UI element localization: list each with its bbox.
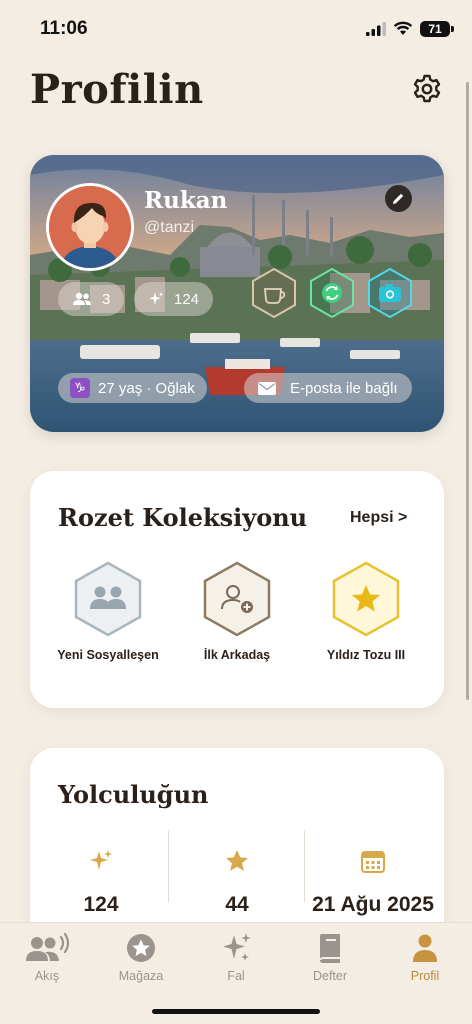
home-indicator (152, 1009, 320, 1014)
journey-value: 124 (83, 893, 119, 916)
sparkle-icon (149, 292, 164, 305)
feed-icon (26, 932, 70, 961)
tab-feed[interactable]: Akış (0, 931, 94, 983)
tab-label: Akış (34, 969, 60, 983)
badge-item[interactable]: Yıldız Tozu III (306, 561, 426, 664)
wifi-icon (393, 21, 413, 35)
mail-icon (258, 381, 276, 395)
friends-count: 3 (102, 290, 111, 308)
stars-count-pill[interactable]: 124 (134, 282, 214, 316)
age-sign-pill: ♑ 27 yaş · Oğlak (58, 373, 207, 403)
tab-label: Fal (227, 969, 245, 983)
badge-label: İlk Arkadaş (203, 648, 271, 662)
battery-icon: 71 (420, 21, 454, 37)
badge-item[interactable]: Yeni Sosyalleşen (48, 561, 168, 664)
badge-item[interactable]: İlk Arkadaş (177, 561, 297, 664)
person-add-icon (203, 561, 271, 637)
journey-stat-joined: 21 Ağu 2025 (305, 848, 441, 917)
profile-name: Rukan (144, 187, 228, 214)
journey-stat-stars: 124 (33, 848, 169, 917)
capricorn-icon: ♑ (70, 378, 90, 398)
tab-store[interactable]: Mağaza (94, 931, 188, 983)
avatar-illustration (49, 186, 131, 268)
sparkle-icon (90, 850, 112, 870)
age-sign: 27 yaş · Oğlak (98, 379, 195, 397)
friends-count-pill[interactable]: 3 (58, 282, 125, 316)
tab-fortune[interactable]: Fal (189, 931, 283, 983)
status-time: 11:06 (40, 18, 88, 39)
profile-handle: @tanzi (144, 219, 195, 236)
sparkle-icon (223, 933, 251, 961)
battery-level: 71 (428, 22, 442, 36)
people-icon (74, 561, 142, 637)
journey-title: Yolculuğun (58, 780, 209, 809)
edit-profile-button[interactable] (385, 185, 412, 212)
tab-notebook[interactable]: Defter (283, 931, 377, 983)
tab-profile[interactable]: Profil (378, 931, 472, 983)
badge-collection-card: Rozet Koleksiyonu Hepsi > Yeni Sosyalleş… (30, 471, 444, 708)
see-all-link[interactable]: Hepsi > (350, 509, 407, 527)
badge-label: Yeni Sosyalleşen (57, 648, 159, 662)
gear-icon[interactable] (411, 73, 443, 105)
email-status: E-posta ile bağlı (290, 379, 398, 397)
avatar[interactable] (46, 183, 134, 271)
pencil-icon (393, 193, 404, 204)
tab-label: Defter (312, 969, 348, 983)
store-icon (127, 934, 155, 962)
refresh-badge-icon[interactable] (308, 267, 356, 319)
coffee-badge-icon[interactable] (250, 267, 298, 319)
profile-card: Rukan @tanzi 3 124 ♑ 27 yaş · Oğlak E-po… (30, 155, 444, 432)
calendar-icon (361, 851, 385, 873)
camera-badge-icon[interactable] (366, 267, 414, 319)
status-bar: 11:06 71 (0, 0, 472, 60)
stars-count: 124 (174, 290, 200, 308)
tab-label: Mağaza (118, 969, 164, 983)
scrollbar[interactable] (466, 82, 469, 700)
tab-label: Profil (410, 969, 440, 983)
email-status-pill: E-posta ile bağlı (244, 373, 412, 403)
star-icon (226, 850, 248, 871)
journey-value: 44 (225, 893, 249, 916)
people-icon (73, 292, 91, 305)
badges-title: Rozet Koleksiyonu (58, 503, 308, 532)
page-title: Profilin (30, 66, 204, 113)
star-icon (332, 561, 400, 637)
book-icon (320, 934, 340, 963)
profile-icon (413, 934, 437, 962)
badge-label: Yıldız Tozu III (326, 648, 406, 662)
journey-value: 21 Ağu 2025 (312, 893, 434, 916)
signal-icon (366, 22, 386, 36)
journey-stat-readings: 44 (169, 848, 305, 917)
